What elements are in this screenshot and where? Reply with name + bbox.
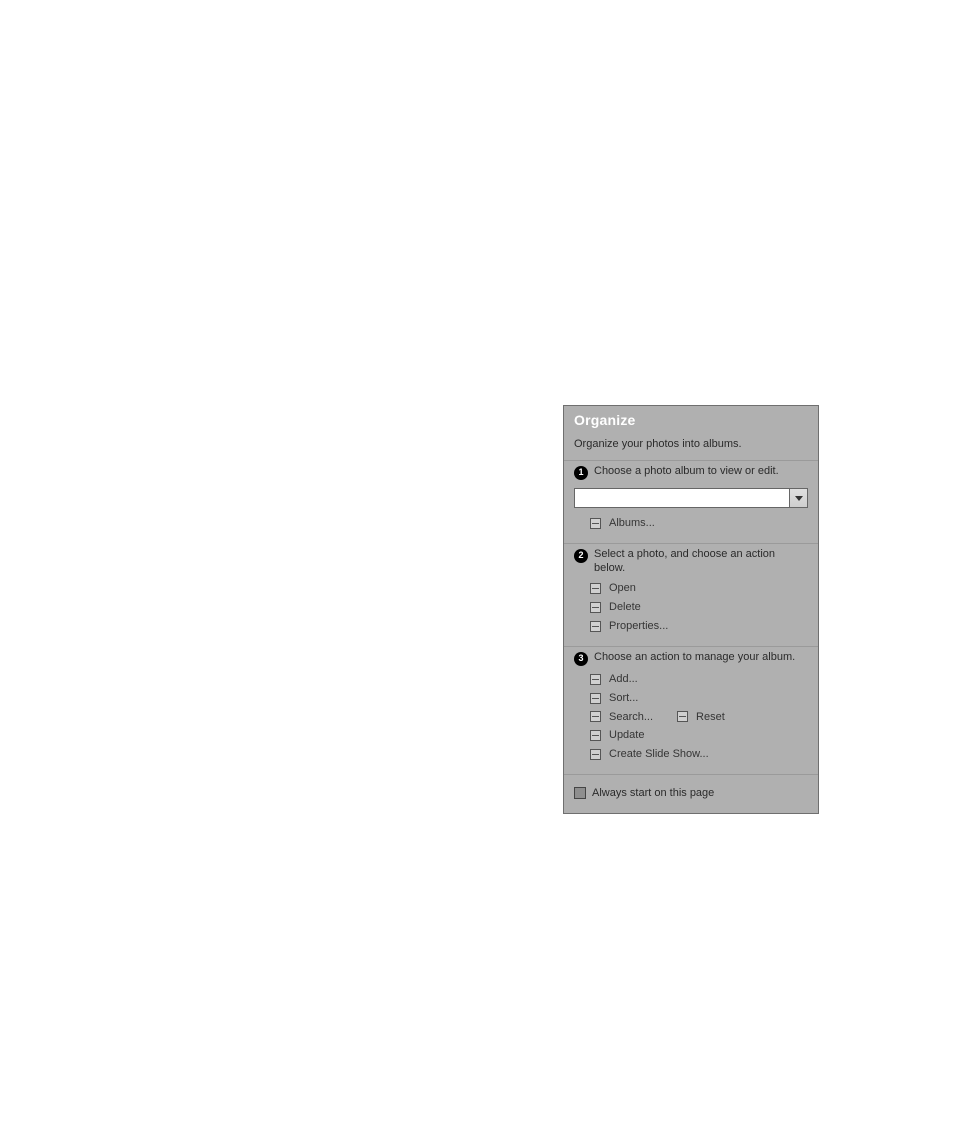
panel-title: Organize [564, 406, 818, 432]
step-2-number-icon: 2 [574, 549, 588, 563]
document-icon [590, 693, 601, 704]
step-3-text: Choose an action to manage your album. [594, 651, 795, 665]
step-1-text: Choose a photo album to view or edit. [594, 465, 779, 479]
albums-link-label: Albums... [609, 516, 655, 531]
delete-link-label: Delete [609, 600, 641, 615]
document-icon [677, 711, 688, 722]
properties-link[interactable]: Properties... [574, 617, 808, 636]
step-2-section: 2 Select a photo, and choose an action b… [564, 543, 818, 646]
search-link-label: Search... [609, 710, 653, 725]
step-1-number-icon: 1 [574, 466, 588, 480]
open-link-label: Open [609, 581, 636, 596]
step-1-section: 1 Choose a photo album to view or edit. … [564, 460, 818, 543]
step-2-text: Select a photo, and choose an action bel… [594, 548, 808, 576]
reset-link-label: Reset [696, 710, 725, 725]
open-link[interactable]: Open [574, 579, 808, 598]
always-start-label: Always start on this page [592, 787, 714, 799]
update-link[interactable]: Update [574, 726, 808, 745]
document-icon [590, 674, 601, 685]
organize-panel: Organize Organize your photos into album… [563, 405, 819, 814]
album-select[interactable] [574, 488, 808, 508]
step-3-number-icon: 3 [574, 652, 588, 666]
delete-link[interactable]: Delete [574, 598, 808, 617]
document-icon [590, 730, 601, 741]
sort-link[interactable]: Sort... [574, 689, 808, 708]
step-3-section: 3 Choose an action to manage your album.… [564, 646, 818, 774]
album-select-dropdown-button[interactable] [789, 489, 807, 507]
albums-link[interactable]: Albums... [574, 514, 808, 533]
document-icon [590, 518, 601, 529]
panel-subtitle: Organize your photos into albums. [564, 432, 818, 460]
step-1-header: 1 Choose a photo album to view or edit. [574, 465, 808, 484]
document-icon [590, 602, 601, 613]
chevron-down-icon [795, 496, 803, 501]
always-start-row[interactable]: Always start on this page [564, 774, 818, 813]
update-link-label: Update [609, 728, 644, 743]
document-icon [590, 583, 601, 594]
always-start-checkbox[interactable] [574, 787, 586, 799]
document-icon [590, 711, 601, 722]
add-link-label: Add... [609, 672, 638, 687]
create-slideshow-link[interactable]: Create Slide Show... [574, 745, 808, 764]
create-slideshow-link-label: Create Slide Show... [609, 747, 709, 762]
step-3-header: 3 Choose an action to manage your album. [574, 651, 808, 670]
document-icon [590, 621, 601, 632]
properties-link-label: Properties... [609, 619, 668, 634]
reset-link[interactable]: Reset [677, 708, 725, 727]
search-link[interactable]: Search... [590, 708, 653, 727]
step-2-header: 2 Select a photo, and choose an action b… [574, 548, 808, 580]
add-link[interactable]: Add... [574, 670, 808, 689]
document-icon [590, 749, 601, 760]
sort-link-label: Sort... [609, 691, 638, 706]
